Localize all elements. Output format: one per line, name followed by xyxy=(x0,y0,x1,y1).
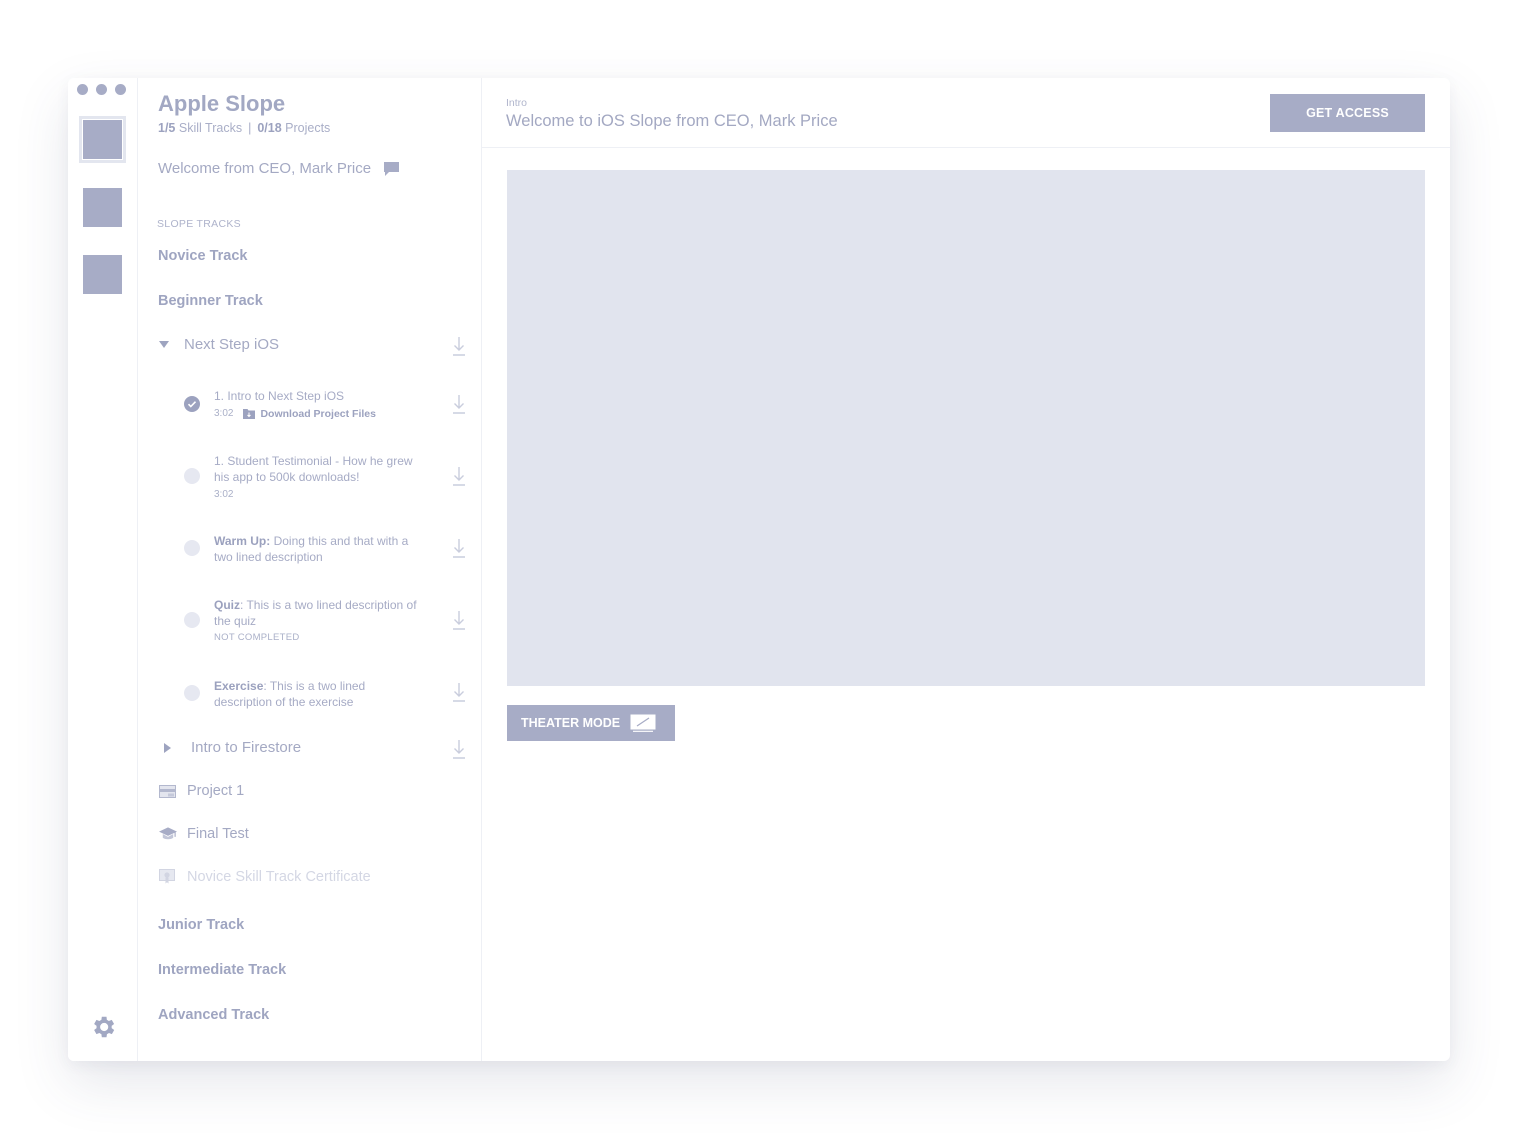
projects-count: 0/18 xyxy=(257,121,282,135)
lesson-status-incomplete xyxy=(184,685,200,701)
folder-icon xyxy=(243,409,256,419)
lesson-item[interactable]: Exercise: This is a two lined descriptio… xyxy=(184,678,454,710)
course-title: Next Step iOS xyxy=(184,336,280,353)
track-intermediate[interactable]: Intermediate Track xyxy=(158,962,286,978)
download-icon[interactable] xyxy=(452,394,466,414)
section-label: SLOPE TRACKS xyxy=(157,218,241,230)
tracks-label: Skill Tracks xyxy=(178,121,243,135)
theater-mode-label: THEATER MODE xyxy=(521,716,621,730)
window-controls xyxy=(77,84,126,95)
certificate-icon xyxy=(159,869,175,884)
lesson-item[interactable]: 1. Intro to Next Step iOS 3:02 Download … xyxy=(184,388,454,422)
track-advanced[interactable]: Advanced Track xyxy=(158,1007,269,1023)
download-icon[interactable] xyxy=(452,336,466,356)
lesson-type: Quiz xyxy=(214,598,240,612)
lesson-status-incomplete xyxy=(184,612,200,628)
graduation-cap-icon xyxy=(159,827,177,840)
project-label: Project 1 xyxy=(187,783,245,799)
chevron-right-icon xyxy=(164,742,171,753)
chevron-down-icon xyxy=(159,341,169,348)
projects-label: Projects xyxy=(285,121,331,135)
download-icon[interactable] xyxy=(452,610,466,630)
download-files-link[interactable]: Download Project Files xyxy=(243,406,376,422)
lesson-type: Exercise xyxy=(214,679,264,693)
gear-icon[interactable] xyxy=(89,1013,117,1041)
get-access-button[interactable]: GET ACCESS xyxy=(1270,94,1425,132)
download-icon[interactable] xyxy=(452,538,466,558)
tracks-count: 1/5 xyxy=(158,121,176,135)
course-title: Intro to Firestore xyxy=(191,739,302,756)
page-title: Welcome to iOS Slope from CEO, Mark Pric… xyxy=(506,112,838,130)
dashboard-tile-icon[interactable] xyxy=(79,116,126,163)
profile-tile-icon[interactable] xyxy=(83,255,122,294)
track-beginner[interactable]: Beginner Track xyxy=(158,293,263,309)
track-novice[interactable]: Novice Track xyxy=(158,248,247,264)
lesson-title: 1. Intro to Next Step iOS xyxy=(214,389,345,403)
video-player[interactable] xyxy=(507,170,1425,686)
lesson-item[interactable]: Warm Up: Doing this and that with a two … xyxy=(184,533,454,565)
close-window-button[interactable] xyxy=(77,84,88,95)
course-sidebar: Apple Slope 1/5 Skill Tracks | 0/18 Projec… xyxy=(138,78,482,1061)
download-files-label: Download Project Files xyxy=(260,408,376,420)
breadcrumb: Intro xyxy=(506,97,528,109)
final-test-item[interactable]: Final Test xyxy=(159,826,249,842)
lesson-description: : This is a two lined description of the… xyxy=(214,598,417,628)
app-window: Apple Slope 1/5 Skill Tracks | 0/18 Projec… xyxy=(68,78,1450,1061)
chat-bubble-icon xyxy=(384,161,400,176)
lesson-duration: 3:02 xyxy=(214,489,234,500)
check-icon xyxy=(187,401,197,408)
course-next-step-ios[interactable]: Next Step iOS xyxy=(158,336,279,353)
icon-rail xyxy=(68,78,138,1061)
lesson-status-text: NOT COMPLETED xyxy=(214,632,300,643)
content-header: Intro Welcome to iOS Slope from CEO, Mar… xyxy=(482,78,1450,148)
app-title: Apple Slope xyxy=(158,91,286,116)
download-icon[interactable] xyxy=(452,682,466,702)
certificate-item: Novice Skill Track Certificate xyxy=(159,869,371,885)
welcome-link[interactable]: Welcome from CEO, Mark Price xyxy=(158,160,400,177)
welcome-link-label: Welcome from CEO, Mark Price xyxy=(158,160,372,177)
library-tile-icon[interactable] xyxy=(83,188,122,227)
course-intro-to-firestore[interactable]: Intro to Firestore xyxy=(158,739,301,756)
main-content: Intro Welcome to iOS Slope from CEO, Mar… xyxy=(482,78,1450,1061)
lesson-item[interactable]: 1. Student Testimonial - How he grew his… xyxy=(184,453,454,503)
progress-stats: 1/5 Skill Tracks | 0/18 Projects xyxy=(158,121,330,135)
stats-separator: | xyxy=(248,121,252,135)
download-icon[interactable] xyxy=(452,466,466,486)
certificate-label: Novice Skill Track Certificate xyxy=(187,869,371,885)
lesson-status-incomplete xyxy=(184,540,200,556)
track-junior[interactable]: Junior Track xyxy=(158,917,244,933)
lesson-type: Warm Up: xyxy=(214,534,271,548)
lesson-status-complete xyxy=(184,396,200,412)
theater-mode-button[interactable]: THEATER MODE xyxy=(507,705,675,741)
final-test-label: Final Test xyxy=(187,826,249,842)
theater-screen-icon xyxy=(630,714,656,732)
lesson-title: 1. Student Testimonial - How he grew his… xyxy=(214,454,413,484)
project-card-icon xyxy=(159,784,176,798)
lesson-item[interactable]: Quiz: This is a two lined description of… xyxy=(184,597,454,646)
maximize-window-button[interactable] xyxy=(115,84,126,95)
project-item[interactable]: Project 1 xyxy=(159,783,244,799)
lesson-duration: 3:02 xyxy=(214,408,234,419)
minimize-window-button[interactable] xyxy=(96,84,107,95)
download-icon[interactable] xyxy=(452,739,466,759)
lesson-status-incomplete xyxy=(184,468,200,484)
